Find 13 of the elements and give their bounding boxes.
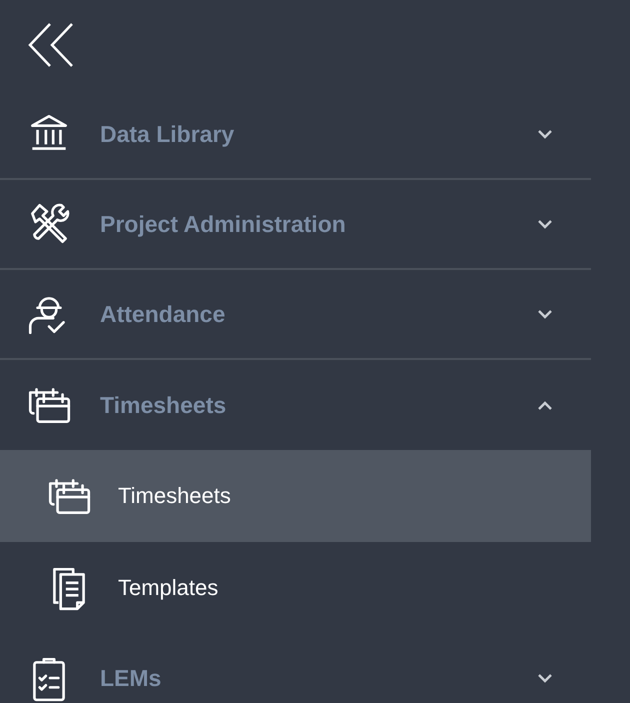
menu-section[interactable]: Attendance	[0, 270, 591, 358]
menu-section[interactable]: Data Library	[0, 90, 591, 178]
collapse-icon[interactable]	[28, 22, 74, 68]
submenu-item[interactable]: Templates	[0, 542, 591, 634]
chevron-icon	[538, 220, 552, 228]
chevron-icon	[538, 400, 552, 410]
chevron-icon	[538, 310, 552, 318]
chevron-icon	[538, 130, 552, 138]
menu-section[interactable]: Timesheets	[0, 360, 591, 450]
submenu-item[interactable]: Timesheets	[0, 450, 591, 542]
chevron-icon	[538, 674, 552, 682]
menu-section[interactable]: Project Administration	[0, 180, 591, 268]
menu-section[interactable]: LEMs	[0, 634, 591, 703]
